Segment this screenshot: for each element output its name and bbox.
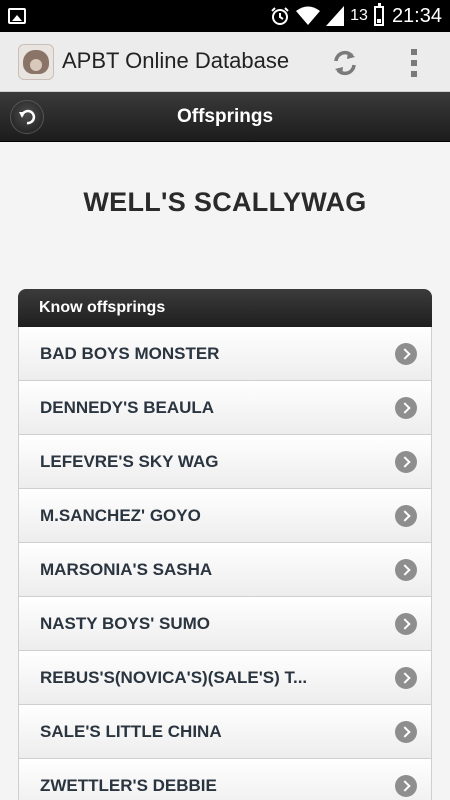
signal-icon xyxy=(326,6,345,26)
app-title: APBT Online Database xyxy=(62,48,290,73)
list-item[interactable]: BAD BOYS MONSTER xyxy=(18,327,432,381)
list-item[interactable]: ZWETTLER'S DEBBIE xyxy=(18,759,432,800)
chevron-right-icon xyxy=(395,721,417,743)
clock: 21:34 xyxy=(391,4,442,27)
alarm-icon xyxy=(271,7,289,25)
status-bar: 13 21:34 xyxy=(0,0,450,32)
list-item-label: BAD BOYS MONSTER xyxy=(40,344,220,363)
action-bar: APBT Online Database xyxy=(0,32,450,92)
battery-icon xyxy=(373,3,384,26)
chevron-right-icon xyxy=(395,505,417,527)
chevron-right-icon xyxy=(395,775,417,797)
list-item-label: SALE'S LITTLE CHINA xyxy=(40,722,222,741)
status-indicators: 13 21:34 xyxy=(270,0,442,32)
list-item[interactable]: DENNEDY'S BEAULA xyxy=(18,381,432,435)
offsprings-list: Know offsprings BAD BOYS MONSTER DENNEDY… xyxy=(18,289,432,800)
list-item[interactable]: NASTY BOYS' SUMO xyxy=(18,597,432,651)
list-header: Know offsprings xyxy=(18,289,432,327)
chevron-right-icon xyxy=(395,343,417,365)
chevron-right-icon xyxy=(395,397,417,419)
chevron-right-icon xyxy=(395,667,417,689)
content: WELL'S SCALLYWAG Know offsprings BAD BOY… xyxy=(0,143,450,800)
list-item-label: MARSONIA'S SASHA xyxy=(40,560,213,579)
overflow-menu-button[interactable] xyxy=(402,44,426,82)
image-notification-icon xyxy=(8,8,26,24)
signal-number: 13 xyxy=(350,7,368,24)
back-arrow-icon xyxy=(19,109,36,125)
chevron-right-icon xyxy=(395,559,417,581)
back-button[interactable] xyxy=(10,100,44,134)
list-item[interactable]: MARSONIA'S SASHA xyxy=(18,543,432,597)
page-title: Offsprings xyxy=(176,106,274,127)
wifi-icon xyxy=(296,6,321,25)
app-logo-icon[interactable] xyxy=(18,44,54,80)
refresh-button[interactable] xyxy=(328,46,362,80)
list-item-label: LEFEVRE'S SKY WAG xyxy=(40,452,219,471)
list-item-label: NASTY BOYS' SUMO xyxy=(40,614,210,633)
refresh-icon xyxy=(334,50,356,76)
list-item[interactable]: M.SANCHEZ' GOYO xyxy=(18,489,432,543)
chevron-right-icon xyxy=(395,613,417,635)
header-bar: Offsprings xyxy=(0,92,450,142)
list-item-label: M.SANCHEZ' GOYO xyxy=(40,506,201,525)
list-item-label: DENNEDY'S BEAULA xyxy=(40,398,215,417)
chevron-right-icon xyxy=(395,451,417,473)
list-item-label: ZWETTLER'S DEBBIE xyxy=(40,776,217,795)
list-item[interactable]: SALE'S LITTLE CHINA xyxy=(18,705,432,759)
list-item[interactable]: LEFEVRE'S SKY WAG xyxy=(18,435,432,489)
dog-name: WELL'S SCALLYWAG xyxy=(83,187,367,217)
list-item-label: REBUS'S(NOVICA'S)(SALE'S) T... xyxy=(40,668,308,687)
list-item[interactable]: REBUS'S(NOVICA'S)(SALE'S) T... xyxy=(18,651,432,705)
